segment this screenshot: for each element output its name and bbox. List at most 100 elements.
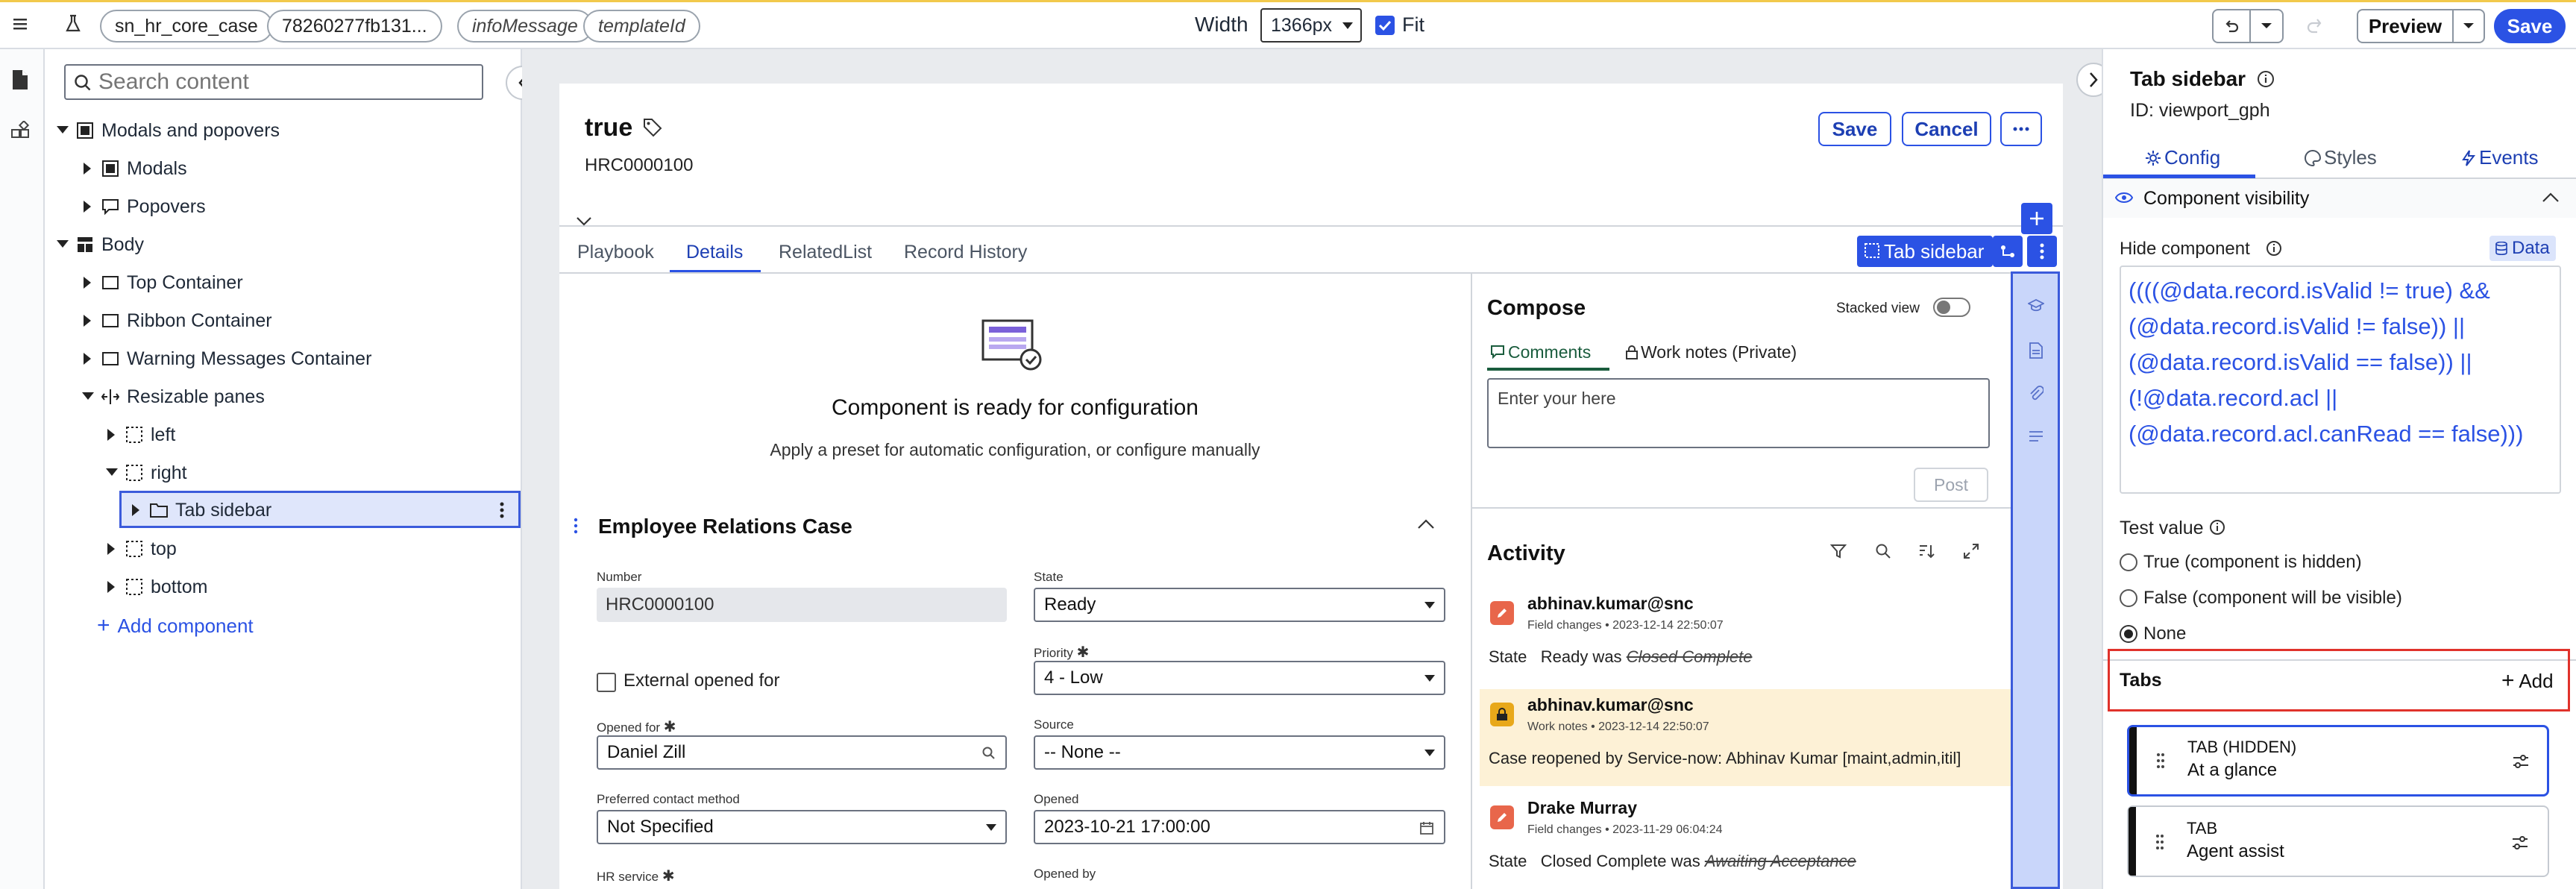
info-icon[interactable] — [2209, 519, 2225, 535]
tab-styles[interactable]: Styles — [2305, 146, 2377, 169]
visibility-section-header[interactable]: Component visibility — [2103, 179, 2576, 218]
caret-down-icon[interactable] — [81, 389, 95, 404]
context-pill-table[interactable]: sn_hr_core_case — [100, 10, 273, 43]
tree-item-resizable-panes[interactable]: Resizable panes — [81, 380, 265, 414]
graduation-icon[interactable] — [2028, 299, 2044, 312]
redo-icon[interactable] — [2303, 13, 2325, 38]
caret-down-icon[interactable] — [104, 465, 119, 480]
tab-playbook[interactable]: Playbook — [577, 242, 654, 263]
sort-icon[interactable] — [1918, 543, 1935, 559]
drag-handle-icon[interactable] — [573, 518, 579, 534]
context-pill-templateid[interactable]: templateId — [583, 10, 700, 43]
tree-item-modals-and-popovers[interactable]: Modals and popovers — [55, 113, 280, 148]
tab-work-notes[interactable]: Work notes (Private) — [1626, 342, 1797, 362]
record-cancel-button[interactable]: Cancel — [1902, 112, 1991, 146]
tab-record-history[interactable]: Record History — [904, 242, 1027, 263]
expand-icon[interactable] — [1963, 543, 1979, 559]
fit-checkbox[interactable] — [1375, 16, 1395, 35]
pane-icon — [125, 464, 143, 482]
component-more-button[interactable] — [2027, 236, 2057, 267]
visibility-expression-editor[interactable]: ((((@data.record.isValid != true) && (@d… — [2120, 266, 2561, 494]
tab-comments[interactable]: Comments — [1490, 342, 1591, 362]
undo-history-button[interactable] — [2249, 9, 2284, 43]
tree-item-left[interactable]: left — [104, 418, 175, 452]
tab-sidebar-chip[interactable]: Tab sidebar — [1857, 236, 1994, 267]
chevron-down-icon[interactable] — [576, 216, 592, 227]
preview-button[interactable]: Preview — [2357, 9, 2454, 43]
compose-textarea[interactable]: Enter your here — [1487, 378, 1990, 448]
page-icon[interactable] — [10, 69, 30, 91]
tab-card[interactable]: TAB (HIDDEN) At a glance — [2127, 725, 2549, 797]
caret-right-icon[interactable] — [104, 427, 119, 442]
preview-options-button[interactable] — [2452, 9, 2485, 43]
width-select[interactable]: 1366px — [1260, 8, 1362, 43]
radio-none[interactable] — [2120, 625, 2137, 643]
tab-config[interactable]: Config — [2145, 146, 2220, 169]
tab-events[interactable]: Events — [2461, 146, 2539, 169]
tree-item-ribbon-container[interactable]: Ribbon Container — [81, 304, 272, 338]
flask-icon[interactable] — [64, 14, 82, 34]
info-icon[interactable] — [2266, 240, 2282, 257]
search-input[interactable] — [98, 69, 471, 95]
save-button[interactable]: Save — [2494, 9, 2566, 43]
tag-icon[interactable] — [643, 118, 662, 137]
context-pill-sysid[interactable]: 78260277fb131... — [267, 10, 442, 43]
state-select[interactable]: Ready — [1034, 588, 1445, 622]
radio-false[interactable] — [2120, 589, 2137, 607]
tree-item-warning-messages-container[interactable]: Warning Messages Container — [81, 342, 371, 376]
tab-sidebar-selected[interactable] — [2011, 271, 2060, 889]
post-button[interactable]: Post — [1914, 468, 1988, 502]
add-component-button[interactable]: + Add component — [97, 613, 254, 638]
caret-right-icon[interactable] — [81, 313, 95, 328]
chevron-right-icon — [2090, 72, 2098, 87]
caret-right-icon[interactable] — [81, 161, 95, 176]
tab-relatedlist[interactable]: RelatedList — [779, 242, 872, 263]
context-pill-infomessage[interactable]: infoMessage — [457, 10, 593, 43]
caret-right-icon[interactable] — [81, 351, 95, 366]
radio-true[interactable] — [2120, 553, 2137, 571]
add-tab-button[interactable]: + Add — [2501, 668, 2554, 694]
caret-right-icon[interactable] — [104, 541, 119, 556]
list-icon[interactable] — [2029, 430, 2043, 442]
tree-item-bottom[interactable]: bottom — [104, 570, 207, 604]
contact-select[interactable]: Not Specified — [597, 810, 1007, 844]
caret-down-icon[interactable] — [55, 237, 70, 252]
tab-card[interactable]: TAB Agent assist — [2127, 805, 2549, 877]
caret-right-icon[interactable] — [104, 579, 119, 594]
source-select[interactable]: -- None -- — [1034, 735, 1445, 770]
record-save-button[interactable]: Save — [1818, 112, 1891, 146]
add-section-button[interactable] — [2021, 203, 2052, 234]
info-icon[interactable] — [2257, 70, 2275, 88]
filter-icon[interactable] — [1830, 543, 1847, 559]
search-field[interactable] — [64, 64, 483, 100]
stacked-view-toggle[interactable] — [1933, 298, 1970, 317]
priority-select[interactable]: 4 - Low — [1034, 661, 1445, 695]
undo-button[interactable] — [2212, 9, 2251, 43]
tree-item-popovers[interactable]: Popovers — [81, 189, 206, 224]
record-more-button[interactable] — [2000, 112, 2042, 146]
chevron-up-icon[interactable] — [1417, 519, 1435, 530]
caret-down-icon[interactable] — [55, 123, 70, 138]
select-parent-button[interactable] — [1993, 236, 2023, 267]
external-checkbox[interactable] — [597, 673, 616, 692]
opened-field[interactable]: 2023-10-21 17:00:00 — [1034, 810, 1445, 844]
data-binding-chip[interactable]: Data — [2489, 236, 2556, 261]
tab-details[interactable]: Details — [686, 242, 743, 263]
tree-item-body[interactable]: Body — [55, 227, 144, 262]
components-icon[interactable] — [10, 121, 31, 142]
tree-item-top-container[interactable]: Top Container — [81, 266, 243, 300]
document-icon[interactable] — [2029, 342, 2043, 359]
attachment-icon[interactable] — [2029, 386, 2043, 402]
search-icon[interactable] — [1875, 543, 1891, 559]
opened-for-field[interactable]: Daniel Zill — [597, 735, 1007, 770]
caret-right-icon[interactable] — [81, 199, 95, 214]
more-vertical-icon[interactable] — [499, 502, 505, 518]
caret-right-icon[interactable] — [129, 503, 144, 518]
tree-item-right[interactable]: right — [104, 456, 187, 490]
tree-item-top[interactable]: top — [104, 532, 177, 566]
menu-icon[interactable] — [12, 16, 28, 32]
tree-item-modals[interactable]: Modals — [81, 151, 187, 186]
caret-right-icon[interactable] — [81, 275, 95, 290]
worknotes-tab-label: Work notes (Private) — [1641, 342, 1797, 362]
tree-item-tab-sidebar[interactable]: Tab sidebar — [119, 491, 521, 528]
